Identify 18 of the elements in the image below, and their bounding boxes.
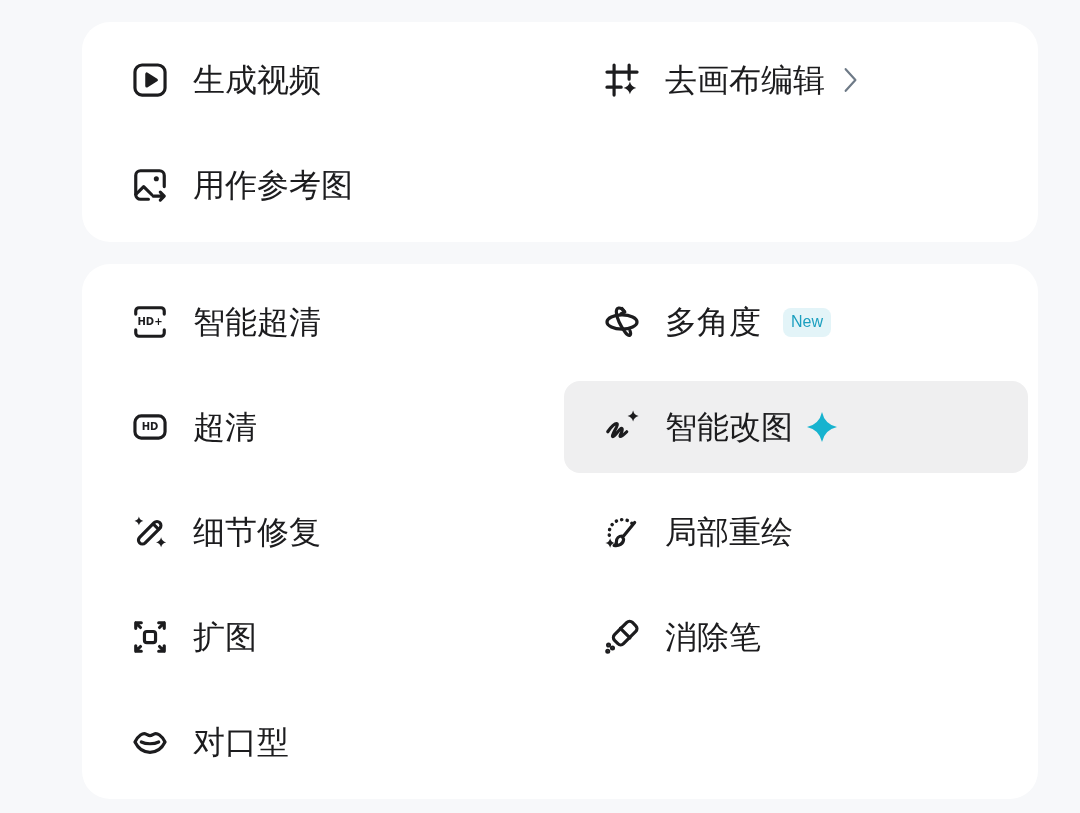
menu-item[interactable]: 消除笔 xyxy=(564,591,1028,683)
crop-sparkle-icon xyxy=(603,61,641,99)
menu-item[interactable]: 细节修复 xyxy=(92,486,556,578)
play-square-icon xyxy=(131,61,169,99)
expand-icon xyxy=(131,618,169,656)
menu-item[interactable]: HD 超清 xyxy=(92,381,556,473)
menu-item[interactable]: 生成视频 xyxy=(92,34,556,126)
menu-item[interactable]: HD+ 智能超清 xyxy=(92,276,556,368)
new-badge: New xyxy=(783,307,831,337)
menu-item[interactable]: 去画布编辑 xyxy=(564,34,1028,126)
menu-item[interactable]: 用作参考图 xyxy=(92,139,556,231)
menu-item[interactable]: 智能改图 xyxy=(564,381,1028,473)
menu-item[interactable]: 局部重绘 xyxy=(564,486,1028,578)
menu-item[interactable]: 对口型 xyxy=(92,696,556,788)
eraser-icon xyxy=(603,618,641,656)
menu-item[interactable]: 多角度 New xyxy=(564,276,1028,368)
menu-item[interactable]: 扩图 xyxy=(92,591,556,683)
image-arrow-icon xyxy=(131,166,169,204)
